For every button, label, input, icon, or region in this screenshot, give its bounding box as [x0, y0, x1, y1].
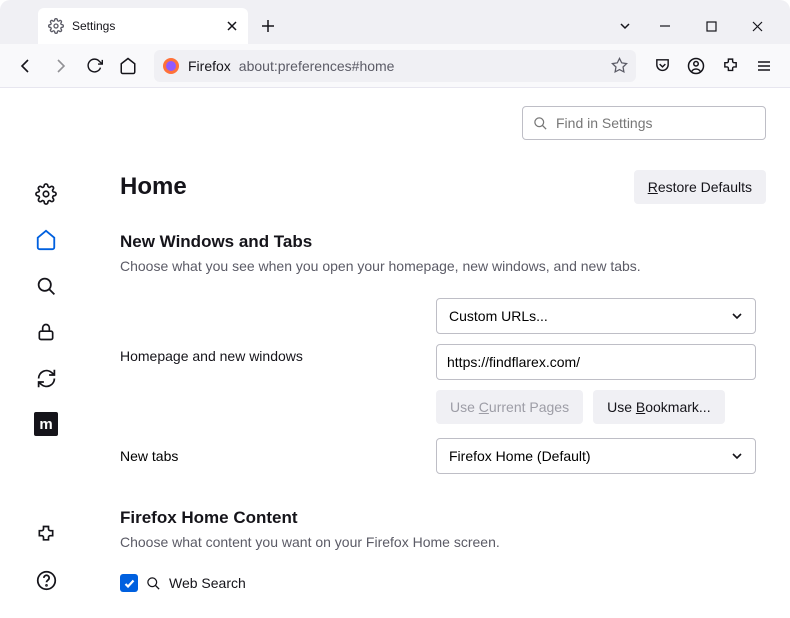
url-bar[interactable]: Firefox about:preferences#home — [154, 50, 636, 82]
tab-bar: Settings — [0, 0, 790, 44]
chevron-down-icon — [731, 310, 743, 322]
question-icon — [36, 570, 57, 591]
section-desc-home-content: Choose what content you want on your Fir… — [120, 534, 766, 550]
preferences-content: m Find in Settings Home Restore Defaults… — [0, 88, 790, 618]
minimize-button[interactable] — [642, 10, 688, 42]
browser-tab-settings[interactable]: Settings — [38, 8, 248, 44]
puzzle-icon — [36, 524, 56, 544]
dropdown-value: Custom URLs... — [449, 308, 548, 324]
section-title-home-content: Firefox Home Content — [120, 508, 766, 528]
search-icon — [533, 116, 548, 131]
gear-icon — [48, 18, 64, 34]
websearch-checkbox-row[interactable]: Web Search — [120, 574, 766, 592]
reload-button[interactable] — [78, 50, 110, 82]
checkbox-checked-icon[interactable] — [120, 574, 138, 592]
restore-defaults-button[interactable]: Restore Defaults — [634, 170, 766, 204]
firefox-logo-icon — [162, 57, 180, 75]
home-button[interactable] — [112, 50, 144, 82]
page-title: Home — [120, 173, 187, 201]
window-controls — [608, 8, 784, 44]
settings-search-input[interactable]: Find in Settings — [522, 106, 766, 140]
navigation-toolbar: Firefox about:preferences#home — [0, 44, 790, 88]
section-title-new-windows: New Windows and Tabs — [120, 232, 766, 252]
new-tab-button[interactable] — [254, 12, 282, 40]
tabs-dropdown-button[interactable] — [608, 19, 642, 33]
sidebar-item-sync[interactable] — [26, 358, 66, 398]
search-placeholder: Find in Settings — [556, 115, 653, 131]
forward-button[interactable] — [44, 50, 76, 82]
search-icon — [146, 576, 161, 591]
account-button[interactable] — [680, 50, 712, 82]
sync-icon — [36, 368, 57, 389]
use-current-pages-button[interactable]: Use Current Pages — [436, 390, 583, 424]
back-button[interactable] — [10, 50, 42, 82]
bookmark-star-icon[interactable] — [611, 57, 628, 74]
newtabs-label: New tabs — [120, 448, 420, 464]
category-sidebar: m — [0, 88, 92, 618]
mozilla-icon: m — [34, 412, 58, 436]
gear-icon — [35, 183, 57, 205]
identity-label: Firefox — [188, 58, 231, 74]
close-window-button[interactable] — [734, 10, 780, 42]
pocket-button[interactable] — [646, 50, 678, 82]
homepage-url-input[interactable] — [436, 344, 756, 380]
use-bookmark-button[interactable]: Use Bookmark... — [593, 390, 725, 424]
homepage-mode-dropdown[interactable]: Custom URLs... — [436, 298, 756, 334]
newtabs-dropdown[interactable]: Firefox Home (Default) — [436, 438, 756, 474]
section-desc-new-windows: Choose what you see when you open your h… — [120, 258, 766, 274]
websearch-label: Web Search — [169, 575, 246, 591]
close-tab-icon[interactable] — [226, 20, 238, 32]
appmenu-button[interactable] — [748, 50, 780, 82]
sidebar-item-privacy[interactable] — [26, 312, 66, 352]
tab-title: Settings — [72, 19, 115, 33]
dropdown-value: Firefox Home (Default) — [449, 448, 591, 464]
sidebar-item-search[interactable] — [26, 266, 66, 306]
sidebar-item-support[interactable] — [26, 560, 66, 600]
sidebar-item-extensions[interactable] — [26, 514, 66, 554]
main-pane: Find in Settings Home Restore Defaults N… — [92, 88, 790, 618]
search-icon — [36, 276, 57, 297]
home-icon — [35, 229, 57, 251]
sidebar-item-general[interactable] — [26, 174, 66, 214]
extensions-button[interactable] — [714, 50, 746, 82]
sidebar-item-more-mozilla[interactable]: m — [26, 404, 66, 444]
sidebar-item-home[interactable] — [26, 220, 66, 260]
maximize-button[interactable] — [688, 10, 734, 42]
url-text: about:preferences#home — [239, 58, 603, 74]
chevron-down-icon — [731, 450, 743, 462]
homepage-label: Homepage and new windows — [120, 298, 420, 364]
lock-icon — [36, 321, 56, 343]
